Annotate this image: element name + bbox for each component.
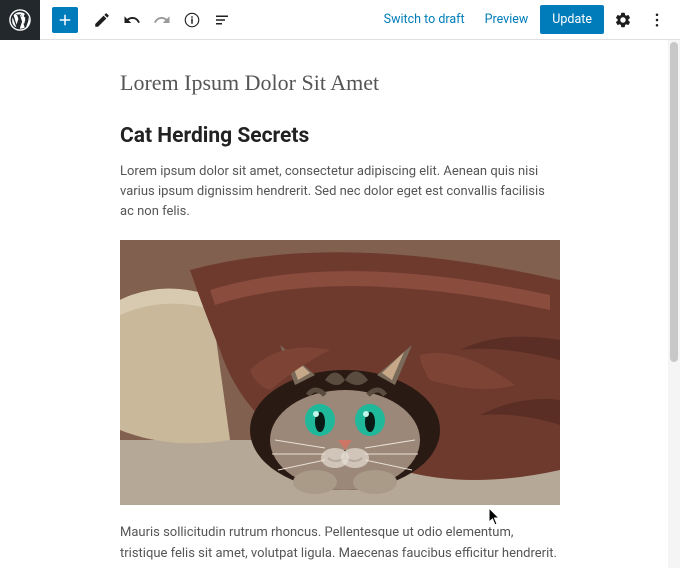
outline-button[interactable] bbox=[208, 6, 236, 34]
add-block-button[interactable] bbox=[52, 7, 78, 33]
redo-icon bbox=[153, 11, 171, 29]
wordpress-icon bbox=[9, 9, 31, 31]
info-button[interactable] bbox=[178, 6, 206, 34]
redo-button[interactable] bbox=[148, 6, 176, 34]
preview-button[interactable]: Preview bbox=[477, 6, 537, 33]
image-block[interactable] bbox=[120, 240, 560, 505]
scrollbar-thumb[interactable] bbox=[670, 42, 678, 362]
switch-to-draft-button[interactable]: Switch to draft bbox=[376, 6, 473, 33]
undo-icon bbox=[123, 11, 141, 29]
gear-icon bbox=[614, 11, 632, 29]
heading-block[interactable]: Cat Herding Secrets bbox=[120, 124, 560, 148]
post-title[interactable]: Lorem Ipsum Dolor Sit Amet bbox=[120, 70, 560, 96]
undo-button[interactable] bbox=[118, 6, 146, 34]
editor-toolbar: Switch to draft Preview Update bbox=[0, 0, 680, 40]
editor-canvas[interactable]: Lorem Ipsum Dolor Sit Amet Cat Herding S… bbox=[0, 40, 680, 568]
info-icon bbox=[183, 11, 201, 29]
kebab-icon bbox=[648, 11, 666, 29]
cat-image bbox=[120, 240, 560, 505]
list-view-icon bbox=[213, 11, 231, 29]
wordpress-logo[interactable] bbox=[0, 0, 40, 40]
vertical-scrollbar[interactable] bbox=[668, 40, 680, 568]
more-options-button[interactable] bbox=[642, 5, 672, 35]
paragraph-block-2[interactable]: Mauris sollicitudin rutrum rhoncus. Pell… bbox=[120, 523, 560, 563]
update-button[interactable]: Update bbox=[540, 5, 604, 34]
pencil-icon bbox=[93, 11, 111, 29]
paragraph-block-1[interactable]: Lorem ipsum dolor sit amet, consectetur … bbox=[120, 162, 560, 222]
edit-tool-button[interactable] bbox=[88, 6, 116, 34]
settings-button[interactable] bbox=[608, 5, 638, 35]
plus-icon bbox=[56, 11, 74, 29]
